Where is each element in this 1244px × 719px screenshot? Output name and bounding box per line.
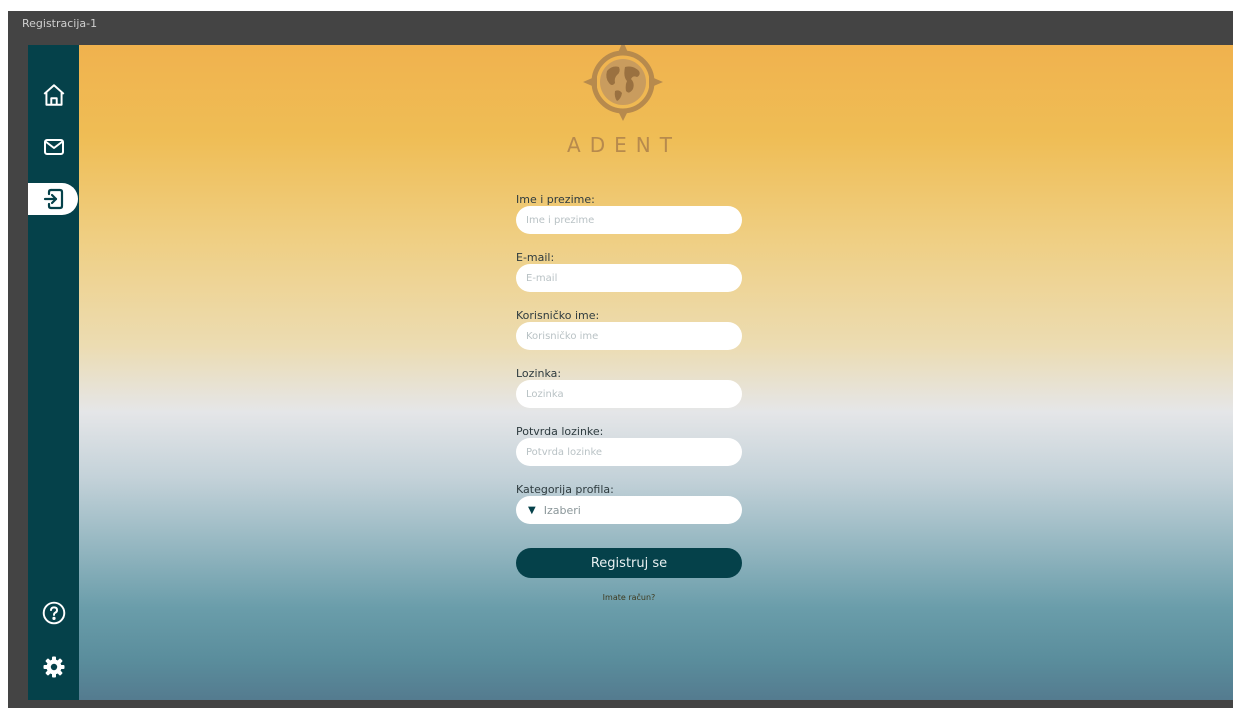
mail-icon <box>43 139 64 155</box>
sidebar-item-messages[interactable] <box>28 127 79 167</box>
email-input[interactable] <box>516 264 742 292</box>
password-confirm-label: Potvrda lozinke: <box>516 425 604 438</box>
password-label: Lozinka: <box>516 367 562 380</box>
main-content: ADENT Ime i prezime: E-mail: Korisničko … <box>79 45 1233 700</box>
category-label: Kategorija profila: <box>516 483 614 496</box>
window-title: Registracija-1 <box>22 17 98 30</box>
password-confirm-input[interactable] <box>516 438 742 466</box>
sign-in-icon <box>43 188 64 210</box>
help-icon <box>42 601 65 625</box>
username-label: Korisničko ime: <box>516 309 600 322</box>
sidebar-item-home[interactable] <box>28 75 79 115</box>
gear-icon <box>43 656 64 678</box>
caret-down-icon: ▼ <box>528 504 536 516</box>
brand-name: ADENT <box>567 133 681 157</box>
sidebar-item-help[interactable] <box>28 593 79 633</box>
password-input[interactable] <box>516 380 742 408</box>
login-link[interactable]: Imate račun? <box>516 593 742 602</box>
category-selected-value: Izaberi <box>543 503 581 517</box>
category-select[interactable]: ▼ Izaberi <box>516 496 742 524</box>
username-input[interactable] <box>516 322 742 350</box>
home-icon <box>43 84 64 106</box>
full-name-input[interactable] <box>516 206 742 234</box>
register-button[interactable]: Registruj se <box>516 548 742 578</box>
globe-compass-logo <box>583 45 663 121</box>
email-label: E-mail: <box>516 251 555 264</box>
full-name-label: Ime i prezime: <box>516 193 595 206</box>
sidebar <box>28 45 79 700</box>
sidebar-item-register[interactable] <box>28 183 78 215</box>
sidebar-item-settings[interactable] <box>28 647 79 687</box>
